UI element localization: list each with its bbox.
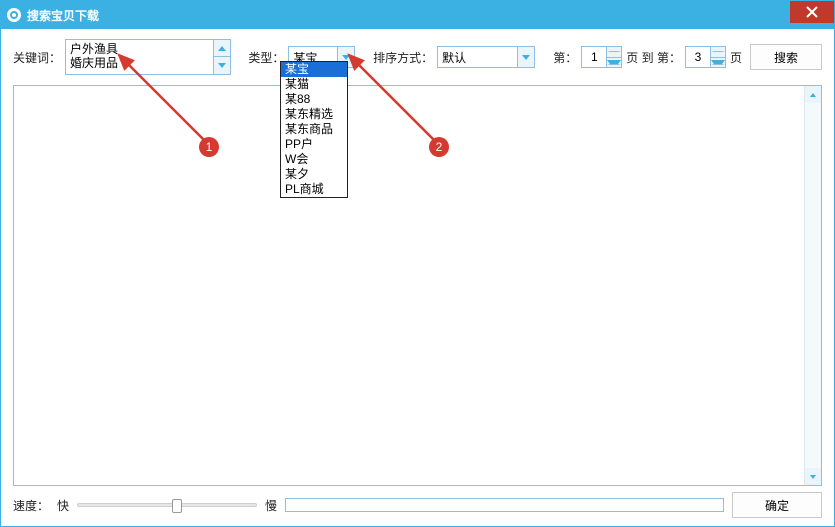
- page-from-down[interactable]: [607, 58, 621, 68]
- keyword-scroll-up[interactable]: [213, 40, 230, 57]
- chevron-up-icon: [711, 51, 725, 52]
- content-area: 关键词： 户外渔具 婚庆用品 类型： 某宝 排序方式： 默认 第：: [1, 29, 834, 526]
- results-list[interactable]: [13, 85, 822, 486]
- ok-button[interactable]: 确定: [732, 492, 822, 518]
- page-to-stepper[interactable]: [685, 46, 726, 68]
- page-from-label: 第：: [553, 49, 577, 66]
- chevron-down-icon: [522, 55, 530, 60]
- sort-value: 默认: [438, 49, 517, 66]
- type-option[interactable]: PP户: [281, 137, 347, 152]
- chevron-down-icon: [607, 60, 621, 65]
- app-window: 搜索宝贝下载 关键词： 户外渔具 婚庆用品 类型： 某宝 排序方式： 默认: [0, 0, 835, 527]
- chevron-down-icon: [342, 55, 350, 60]
- progress-bar: [285, 498, 724, 512]
- speed-slider-thumb[interactable]: [172, 499, 182, 513]
- scroll-up[interactable]: [805, 86, 821, 103]
- page-to-up[interactable]: [711, 47, 725, 58]
- type-label: 类型：: [248, 49, 284, 66]
- type-option[interactable]: 某宝: [281, 62, 347, 77]
- type-option[interactable]: 某东商品: [281, 122, 347, 137]
- close-button[interactable]: [790, 1, 834, 23]
- page-from-stepper[interactable]: [581, 46, 622, 68]
- sort-dropdown-button[interactable]: [517, 47, 534, 67]
- sort-combobox[interactable]: 默认: [437, 46, 535, 68]
- footer: 速度： 快 慢 确定: [13, 492, 822, 518]
- chevron-down-icon: [218, 63, 226, 68]
- type-option[interactable]: 某东精选: [281, 107, 347, 122]
- chevron-up-icon: [810, 93, 816, 97]
- scroll-down[interactable]: [805, 468, 821, 485]
- page-to-down[interactable]: [711, 58, 725, 68]
- keyword-listbox[interactable]: 户外渔具 婚庆用品: [65, 39, 231, 75]
- type-option[interactable]: 某猫: [281, 77, 347, 92]
- page-from-input[interactable]: [582, 50, 606, 64]
- page-from-up[interactable]: [607, 47, 621, 58]
- keyword-label: 关键词：: [13, 49, 61, 66]
- close-icon: [806, 6, 818, 18]
- title-bar: 搜索宝贝下载: [1, 1, 834, 29]
- chevron-up-icon: [218, 46, 226, 51]
- keyword-line: 户外渔具: [70, 42, 212, 56]
- type-option[interactable]: 某88: [281, 92, 347, 107]
- keyword-scroll-down[interactable]: [213, 57, 230, 74]
- chevron-down-icon: [711, 60, 725, 65]
- speed-slow-label: 慢: [265, 497, 277, 514]
- page-mid-label: 页 到 第：: [626, 49, 681, 66]
- chevron-up-icon: [607, 51, 621, 52]
- speed-slider[interactable]: [77, 503, 257, 507]
- speed-label: 速度：: [13, 497, 49, 514]
- window-title: 搜索宝贝下载: [27, 7, 99, 24]
- chevron-down-icon: [810, 475, 816, 479]
- speed-fast-label: 快: [57, 497, 69, 514]
- results-scrollbar[interactable]: [804, 86, 821, 485]
- search-button[interactable]: 搜索: [750, 44, 822, 70]
- type-option[interactable]: W会: [281, 152, 347, 167]
- type-option[interactable]: PL商城: [281, 182, 347, 197]
- scroll-track[interactable]: [805, 103, 821, 468]
- sort-label: 排序方式：: [373, 49, 433, 66]
- page-suffix-label: 页: [730, 49, 742, 66]
- app-icon: [7, 8, 21, 22]
- type-dropdown-list[interactable]: 某宝某猫某88某东精选某东商品PP户W会某夕PL商城: [280, 61, 348, 198]
- keyword-line: 婚庆用品: [70, 56, 212, 70]
- toolbar: 关键词： 户外渔具 婚庆用品 类型： 某宝 排序方式： 默认 第：: [1, 29, 834, 75]
- page-to-input[interactable]: [686, 50, 710, 64]
- type-option[interactable]: 某夕: [281, 167, 347, 182]
